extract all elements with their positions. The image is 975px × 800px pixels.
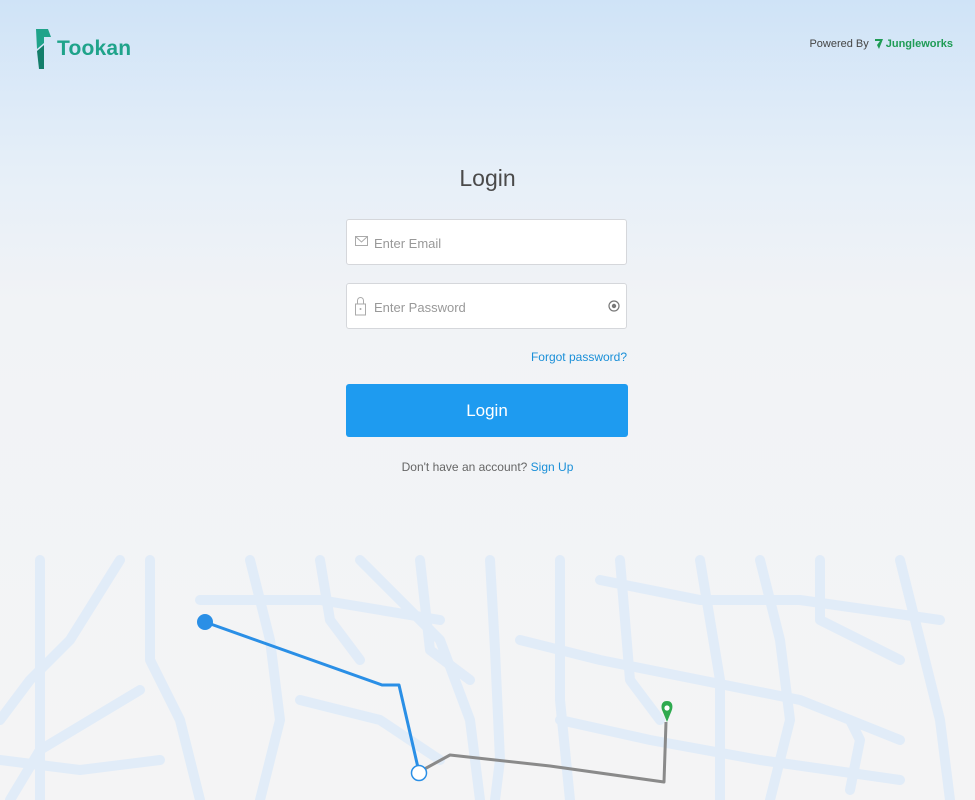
login-button[interactable]: Login: [346, 384, 628, 437]
route-start-dot: [197, 614, 213, 630]
signup-link[interactable]: Sign Up: [531, 460, 574, 474]
powered-by: Powered By Jungleworks: [809, 38, 953, 50]
jungleworks-name: Jungleworks: [885, 38, 953, 50]
powered-by-label: Powered By: [809, 38, 869, 50]
tookan-logo[interactable]: Tookan: [34, 27, 131, 71]
email-field-wrapper: [346, 219, 627, 266]
email-input[interactable]: [372, 220, 606, 266]
forgot-password-link[interactable]: Forgot password?: [531, 350, 627, 364]
page-title: Login: [459, 165, 516, 191]
lock-icon: [355, 296, 366, 321]
brand-name: Tookan: [57, 37, 132, 60]
password-field-wrapper: [346, 283, 627, 330]
no-account-text: Don't have an account?: [401, 460, 528, 474]
eye-icon[interactable]: [608, 299, 620, 317]
jungleworks-logo[interactable]: Jungleworks: [874, 38, 953, 50]
route-waypoint-circle: [410, 764, 428, 782]
tookan-logo-icon: [36, 29, 51, 69]
map-streets: [0, 555, 955, 800]
envelope-icon: [355, 234, 368, 252]
signup-prompt: Don't have an account? Sign Up: [0, 460, 975, 474]
route-map-illustration: [0, 555, 955, 800]
jungleworks-icon: [874, 39, 883, 49]
route-traveled-path: [204, 620, 421, 773]
password-input[interactable]: [372, 284, 606, 330]
